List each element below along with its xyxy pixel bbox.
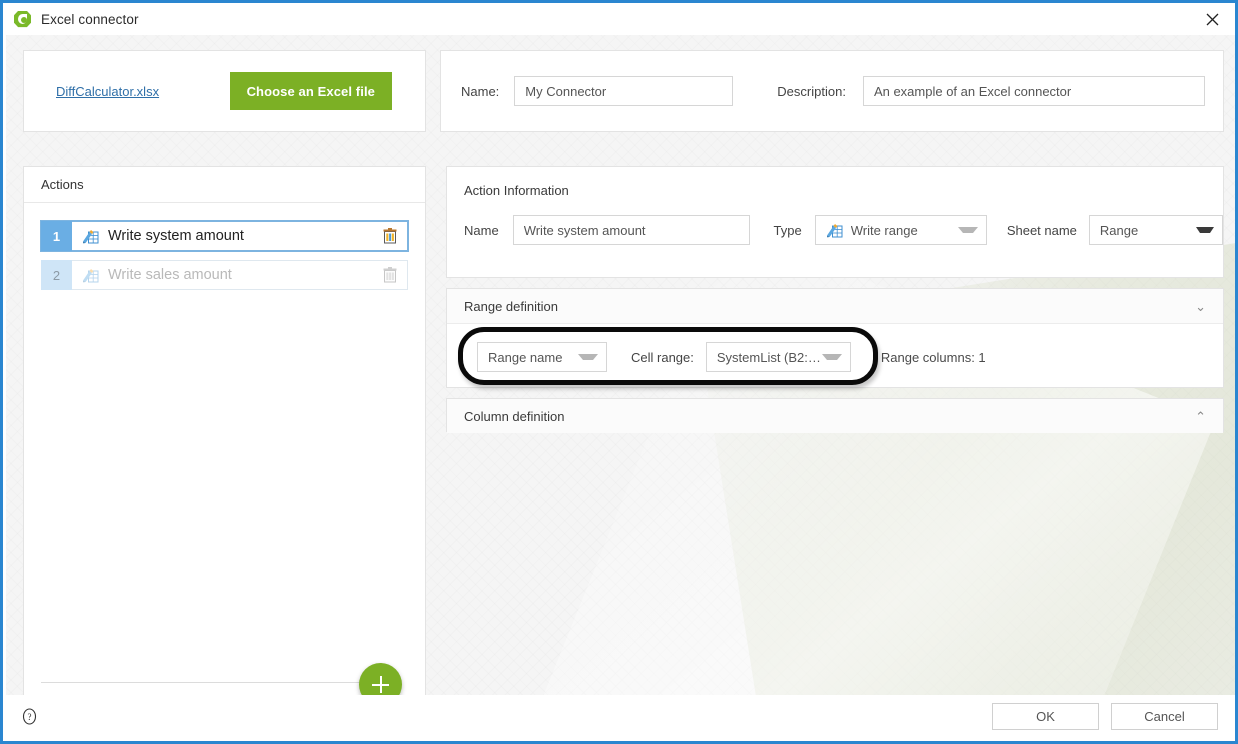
connector-description-input[interactable] xyxy=(862,76,1205,106)
chevron-up-icon[interactable]: ⌃ xyxy=(1195,410,1206,423)
title-bar: Excel connector xyxy=(3,3,1235,35)
connector-name-input[interactable] xyxy=(514,76,734,106)
action-item-body[interactable]: Write system amount xyxy=(72,221,408,251)
connector-meta-panel: Name: Description: xyxy=(440,50,1224,132)
window-title: Excel connector xyxy=(41,11,139,27)
action-number: 2 xyxy=(41,260,72,290)
column-definition-header[interactable]: Column definition ⌃ xyxy=(447,399,1223,433)
sheet-name-label: Sheet name xyxy=(1006,222,1077,238)
column-definition-panel: Column definition ⌃ xyxy=(446,398,1224,433)
chevron-down-icon xyxy=(957,227,978,233)
excel-connector-window: Excel connector DiffCalculator.xlsx Choo… xyxy=(0,0,1238,744)
svg-text:?: ? xyxy=(28,712,32,722)
action-information-row: Name Type Write range xyxy=(447,215,1223,245)
chevron-down-icon xyxy=(821,354,842,360)
help-icon[interactable]: ? xyxy=(21,708,38,725)
actions-panel: Actions 1 Write system amount 2 Write sa… xyxy=(23,166,426,701)
action-item-body[interactable]: Write sales amount xyxy=(72,260,408,290)
connector-description-label: Description: xyxy=(777,83,846,99)
file-panel: DiffCalculator.xlsx Choose an Excel file xyxy=(23,50,426,132)
sheet-name-dropdown[interactable]: Range xyxy=(1088,215,1223,245)
write-range-icon xyxy=(83,268,99,282)
action-item-label: Write system amount xyxy=(108,228,244,244)
action-number: 1 xyxy=(41,221,72,251)
chevron-down-icon xyxy=(578,354,598,360)
range-definition-row: Range name Cell range: SystemList (B2:B1… xyxy=(447,342,1223,372)
action-name-input[interactable] xyxy=(512,215,750,245)
action-item-2[interactable]: 2 Write sales amount xyxy=(41,260,408,290)
connector-name-label: Name: xyxy=(461,83,500,99)
action-item-1[interactable]: 1 Write system amount xyxy=(40,220,409,252)
excel-file-link[interactable]: DiffCalculator.xlsx xyxy=(56,84,159,99)
chevron-down-icon[interactable]: ⌄ xyxy=(1195,300,1206,313)
action-type-dropdown[interactable]: Write range xyxy=(814,215,987,245)
action-type-value: Write range xyxy=(850,222,918,238)
chevron-down-icon xyxy=(1196,227,1214,233)
cell-range-value: SystemList (B2:B11) xyxy=(716,349,822,365)
cancel-button[interactable]: Cancel xyxy=(1111,703,1218,730)
cell-range-dropdown[interactable]: SystemList (B2:B11) xyxy=(705,342,851,372)
green-hexagon-logo-icon xyxy=(14,10,31,28)
close-icon xyxy=(1206,13,1218,25)
range-definition-panel: Range definition ⌄ Range name Cell range… xyxy=(446,288,1224,388)
action-type-label: Type xyxy=(773,222,802,238)
action-name-label: Name xyxy=(464,222,499,238)
sheet-name-value: Range xyxy=(1099,222,1139,238)
write-range-icon xyxy=(826,223,843,237)
range-definition-header[interactable]: Range definition ⌄ xyxy=(447,289,1223,324)
column-definition-title: Column definition xyxy=(464,408,565,424)
trash-icon[interactable] xyxy=(383,267,397,283)
write-range-icon xyxy=(83,229,99,243)
dialog-canvas: DiffCalculator.xlsx Choose an Excel file… xyxy=(6,35,1235,701)
actions-list-divider xyxy=(41,682,378,683)
action-item-label: Write sales amount xyxy=(108,267,232,283)
range-columns-text: Range columns: 1 xyxy=(880,349,986,365)
range-mode-dropdown[interactable]: Range name xyxy=(477,342,607,372)
actions-list: 1 Write system amount 2 Write sales amou… xyxy=(24,203,425,290)
cell-range-label: Cell range: xyxy=(631,349,694,365)
dialog-footer: ? OK Cancel xyxy=(6,695,1235,738)
ok-button[interactable]: OK xyxy=(992,703,1099,730)
range-definition-title: Range definition xyxy=(464,298,558,314)
range-mode-value: Range name xyxy=(488,349,563,365)
actions-header: Actions xyxy=(24,167,425,203)
action-information-title: Action Information xyxy=(464,183,569,198)
choose-excel-file-button[interactable]: Choose an Excel file xyxy=(229,72,392,110)
trash-icon[interactable] xyxy=(383,228,397,244)
close-button[interactable] xyxy=(1189,3,1235,35)
action-information-panel: Action Information Name Type Write xyxy=(446,166,1224,278)
